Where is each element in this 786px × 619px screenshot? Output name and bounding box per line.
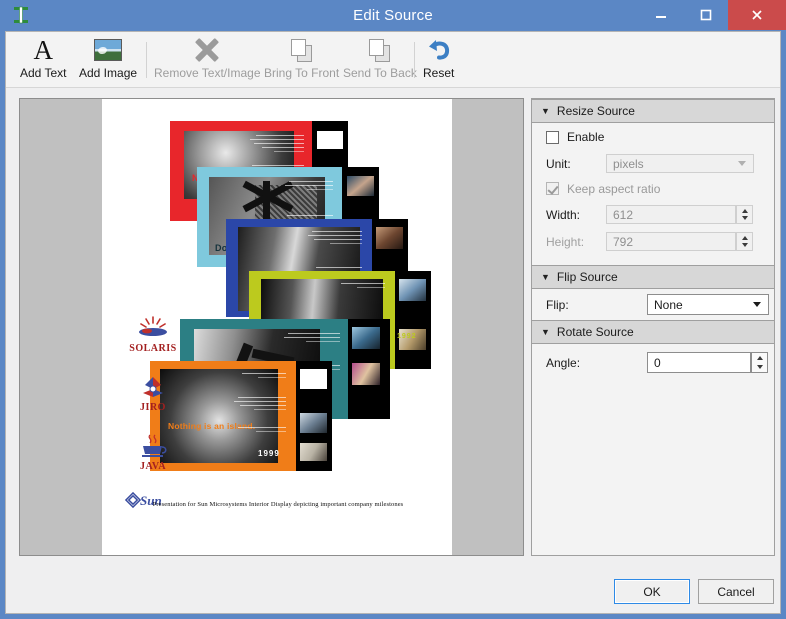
rotate-source-title: Rotate Source	[556, 325, 634, 339]
height-input[interactable]: 792	[606, 232, 753, 251]
keep-aspect-ratio-label: Keep aspect ratio	[567, 181, 661, 196]
unit-dropdown[interactable]: pixels	[606, 154, 754, 173]
width-row: Width: 612	[532, 201, 774, 228]
chevron-down-icon: ▼	[541, 106, 550, 116]
bring-to-front-button: Bring To Front	[264, 35, 339, 85]
width-input[interactable]: 612	[606, 205, 753, 224]
toolbar-separator-2	[414, 42, 415, 78]
undo-arrow-icon	[426, 35, 452, 65]
x-cross-icon	[194, 35, 220, 65]
send-to-back-label: Send To Back	[343, 66, 417, 80]
add-text-label: Add Text	[20, 66, 67, 80]
edit-source-window: Edit Source A Add Text Add Image Remove …	[0, 0, 786, 619]
add-image-button[interactable]: Add Image	[79, 35, 137, 85]
unit-label: Unit:	[546, 156, 571, 171]
logo-label: JIRO	[140, 402, 166, 413]
angle-label: Angle:	[546, 355, 581, 370]
poster-year: 1999	[258, 449, 280, 458]
resize-source-title: Resize Source	[556, 104, 635, 118]
toolbar: A Add Text Add Image Remove Text/Image B…	[6, 32, 780, 88]
unit-row: Unit: pixels	[532, 151, 774, 176]
chevron-down-icon	[738, 161, 746, 166]
remove-text-image-label: Remove Text/Image	[154, 66, 261, 80]
flip-row: Flip: None	[532, 289, 774, 320]
angle-input[interactable]: 0	[647, 352, 768, 373]
reset-label: Reset	[423, 66, 455, 80]
keep-aspect-row: Keep aspect ratio	[532, 176, 774, 201]
toolbar-separator	[146, 42, 147, 78]
ok-button[interactable]: OK	[614, 579, 690, 604]
add-text-button[interactable]: A Add Text	[20, 35, 66, 85]
poster-year: 1992	[397, 333, 417, 340]
send-to-back-icon	[367, 35, 393, 65]
logo-java: JAVA	[124, 432, 182, 484]
add-image-label: Add Image	[79, 66, 138, 80]
flip-source-group-body: Flip: None	[532, 289, 774, 320]
cancel-button[interactable]: Cancel	[698, 579, 774, 604]
dialog-client-area: A Add Text Add Image Remove Text/Image B…	[5, 31, 781, 614]
width-label: Width:	[546, 207, 581, 222]
width-stepper[interactable]	[736, 205, 753, 224]
send-to-back-button: Send To Back	[343, 35, 417, 85]
flip-dropdown[interactable]: None	[647, 294, 769, 315]
unit-value: pixels	[613, 156, 644, 171]
resize-source-group-body: Enable Unit: pixels Keep aspect ratio Wi…	[532, 123, 774, 265]
height-label: Height:	[546, 234, 585, 249]
picture-icon	[94, 35, 123, 65]
rotate-source-group-header[interactable]: ▼ Rotate Source	[532, 320, 774, 344]
logo-column: SOLARIS JIRO JAVA Sun	[124, 314, 182, 550]
bring-to-front-icon	[289, 35, 315, 65]
flip-label: Flip:	[546, 297, 569, 312]
chevron-down-icon: ▼	[541, 272, 550, 282]
document-page: No fences.	[102, 99, 452, 555]
text-letter-a-icon: A	[33, 34, 53, 65]
keep-aspect-ratio-checkbox[interactable]	[546, 182, 559, 195]
minimize-button[interactable]	[638, 0, 683, 30]
angle-stepper[interactable]	[751, 352, 768, 373]
height-row: Height: 792	[532, 228, 774, 255]
flip-source-title: Flip Source	[556, 270, 618, 284]
solaris-logo-icon	[135, 314, 171, 344]
bring-to-front-label: Bring To Front	[264, 66, 340, 80]
maximize-button[interactable]	[683, 0, 728, 30]
enable-row: Enable	[532, 123, 774, 151]
logo-solaris: SOLARIS	[124, 314, 182, 366]
angle-value: 0	[654, 355, 661, 370]
remove-text-image-button: Remove Text/Image	[154, 35, 261, 85]
enable-label: Enable	[567, 130, 605, 144]
resize-source-group-header[interactable]: ▼ Resize Source	[532, 99, 774, 123]
document-caption: Presentation for Sun Microsystems Interi…	[152, 501, 404, 508]
logo-jiro: JIRO	[124, 373, 182, 425]
reset-button[interactable]: Reset	[423, 35, 454, 85]
java-coffee-cup-icon	[135, 432, 171, 462]
title-bar: Edit Source	[0, 0, 786, 31]
height-value: 792	[613, 234, 634, 249]
rotate-source-group-body: Angle: 0	[532, 344, 774, 381]
chevron-down-icon	[753, 302, 761, 307]
enable-checkbox[interactable]	[546, 130, 559, 144]
width-value: 612	[613, 207, 634, 222]
jiro-logo-icon	[135, 373, 171, 403]
source-preview-pane[interactable]: No fences.	[19, 98, 524, 556]
close-button[interactable]	[728, 0, 786, 30]
logo-label: JAVA	[139, 461, 167, 472]
window-controls	[638, 0, 786, 30]
flip-source-group-header[interactable]: ▼ Flip Source	[532, 265, 774, 289]
height-stepper[interactable]	[736, 232, 753, 251]
properties-panel: ▼ Resize Source Enable Unit: pixels Keep…	[531, 98, 775, 556]
flip-value: None	[654, 297, 683, 312]
logo-label: SOLARIS	[129, 343, 177, 354]
angle-row: Angle: 0	[532, 344, 774, 381]
logo-sun: Sun	[124, 491, 182, 543]
chevron-down-icon: ▼	[541, 327, 550, 337]
